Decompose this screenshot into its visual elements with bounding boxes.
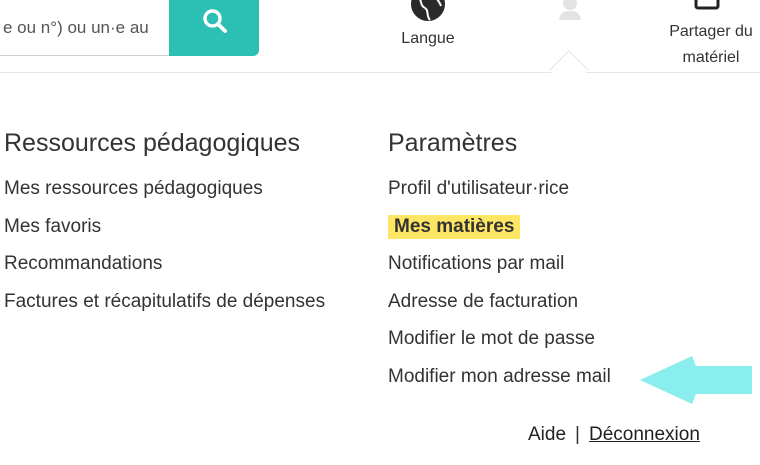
share-label-line2: matériel: [682, 49, 740, 66]
menu-link[interactable]: Mes ressources pédagogiques: [4, 178, 263, 199]
menu-item-my-resources[interactable]: Mes ressources pédagogiques: [4, 174, 344, 204]
help-link[interactable]: Aide: [528, 424, 566, 445]
search-button[interactable]: [169, 0, 259, 56]
settings-heading: Paramètres: [388, 129, 518, 157]
menu-link[interactable]: Profil d'utilisateur·rice: [388, 178, 569, 199]
menu-item-billing-address[interactable]: Adresse de facturation: [388, 287, 718, 317]
share-label: Partager du matériel: [656, 19, 760, 71]
resources-menu: Ressources pédagogiques Mes ressources p…: [4, 128, 344, 324]
menu-link[interactable]: Modifier le mot de passe: [388, 328, 595, 349]
language-label: Langue: [401, 30, 455, 47]
resources-heading: Ressources pédagogiques: [4, 129, 301, 157]
menu-item-recommendations[interactable]: Recommandations: [4, 249, 344, 279]
footer-separator: |: [575, 424, 580, 445]
search-input[interactable]: [0, 0, 174, 56]
menu-item-email-notifications[interactable]: Notifications par mail: [388, 249, 718, 279]
menu-item-invoices[interactable]: Factures et récapitulatifs de dépenses: [4, 287, 344, 317]
menu-item-change-password[interactable]: Modifier le mot de passe: [388, 324, 718, 354]
search-icon: [203, 9, 227, 33]
menu-item-profile[interactable]: Profil d'utilisateur·rice: [388, 174, 718, 204]
footer-links: Aide | Déconnexion: [528, 424, 700, 446]
menu-link[interactable]: Adresse de facturation: [388, 291, 578, 312]
menu-link[interactable]: Mes favoris: [4, 216, 101, 237]
menu-link[interactable]: Notifications par mail: [388, 253, 564, 274]
logout-link[interactable]: Déconnexion: [589, 424, 700, 445]
menu-link-active[interactable]: Mes matières: [388, 214, 521, 239]
share-icon: [694, 0, 720, 10]
share-material-button[interactable]: Partager du matériel: [656, 0, 760, 68]
globe-icon: [411, 0, 445, 21]
menu-link[interactable]: Recommandations: [4, 253, 162, 274]
language-selector[interactable]: Langue: [388, 0, 468, 52]
menu-link[interactable]: Factures et récapitulatifs de dépenses: [4, 291, 325, 312]
top-bar: Langue Partager du matériel: [0, 0, 760, 72]
menu-item-my-subjects[interactable]: Mes matières: [388, 212, 718, 242]
menu-item-favorites[interactable]: Mes favoris: [4, 212, 344, 242]
share-label-line1: Partager du: [669, 23, 753, 40]
header-divider: [0, 72, 760, 73]
menu-link[interactable]: Modifier mon adresse mail: [388, 366, 611, 387]
pointer-arrow-icon: [640, 356, 752, 404]
avatar-icon[interactable]: [555, 0, 585, 20]
